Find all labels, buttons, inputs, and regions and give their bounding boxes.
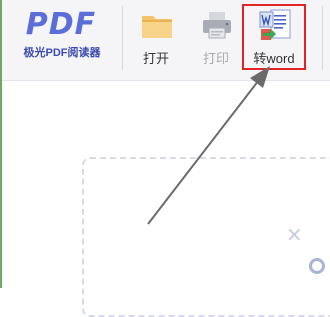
pointer-arrow [147, 66, 270, 225]
